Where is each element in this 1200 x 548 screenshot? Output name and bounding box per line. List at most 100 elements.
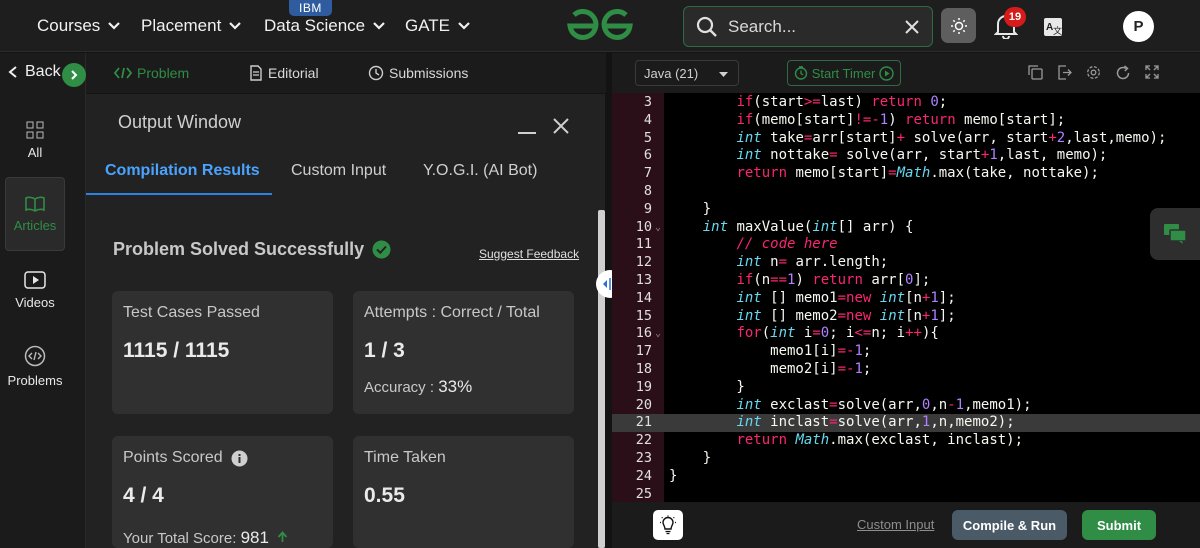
card-value: 4 / 4: [123, 484, 164, 507]
code-line[interactable]: 21 int inclast=solve(arr,1,n,memo2);: [612, 414, 1200, 433]
theme-toggle-button[interactable]: [941, 8, 976, 43]
nav-gate[interactable]: GATE: [405, 0, 471, 52]
play-circle-icon: [879, 65, 894, 81]
custom-input-link[interactable]: Custom Input: [857, 517, 934, 532]
code-line[interactable]: 12 int n= arr.length;: [612, 254, 1200, 272]
lightbulb-icon: [660, 515, 676, 535]
tab-yogi-ai-bot[interactable]: Y.O.G.I. (AI Bot): [423, 162, 537, 180]
nav-label: GATE: [405, 16, 451, 35]
status-heading: Problem Solved Successfully: [113, 239, 391, 260]
code-line[interactable]: 5 int take=arr[start]+ solve(arr, start+…: [612, 130, 1200, 148]
book-icon: [25, 196, 45, 212]
gfg-logo[interactable]: [566, 9, 634, 43]
code-line[interactable]: 11 // code here: [612, 236, 1200, 254]
code-line[interactable]: 22 return Math.max(exclast, inclast);: [612, 432, 1200, 450]
code-line[interactable]: 6 int nottake= solve(arr, start+1,last, …: [612, 147, 1200, 165]
code-line[interactable]: 24}: [612, 468, 1200, 486]
compile-run-button[interactable]: Compile & Run: [952, 510, 1067, 540]
line-number: 12: [635, 254, 652, 271]
code-text: int n= arr.length;: [736, 254, 889, 271]
code-line[interactable]: 19 }: [612, 379, 1200, 397]
line-number: 13: [635, 272, 652, 288]
code-line[interactable]: 15 int [] memo2=new int[n+1];: [612, 308, 1200, 326]
code-line[interactable]: 14 int [] memo1=new int[n+1];: [612, 290, 1200, 308]
code-line[interactable]: 25: [612, 486, 1200, 502]
code-text: int take=arr[start]+ solve(arr, start+2,…: [736, 129, 1167, 146]
chevron-down-icon: [373, 22, 385, 30]
code-line[interactable]: 23 }: [612, 450, 1200, 468]
code-editor[interactable]: 3 if(start>=last) return 0; 4 if(memo[sta…: [612, 93, 1200, 502]
code-line[interactable]: 7 return memo[start]=Math.max(take, nott…: [612, 165, 1200, 183]
code-line[interactable]: 13 if(n==1) return arr[0];: [612, 272, 1200, 290]
code-line[interactable]: 4 if(memo[start]!=-1) return memo[start]…: [612, 112, 1200, 130]
code-line[interactable]: 8: [612, 183, 1200, 201]
info-icon[interactable]: [231, 450, 248, 467]
expand-panel-button[interactable]: [62, 63, 86, 87]
export-icon[interactable]: [1057, 65, 1072, 80]
chat-button[interactable]: [1150, 208, 1200, 260]
suggest-feedback-link[interactable]: Suggest Feedback: [479, 247, 579, 261]
line-number: 17: [635, 343, 652, 360]
minimize-icon[interactable]: [518, 132, 536, 134]
submit-button[interactable]: Submit: [1082, 510, 1156, 540]
avatar[interactable]: P: [1123, 11, 1154, 42]
line-number: 11: [635, 236, 652, 253]
start-timer-button[interactable]: Start Timer: [787, 60, 901, 86]
settings-icon[interactable]: [1086, 65, 1101, 80]
copy-icon[interactable]: [1028, 65, 1043, 80]
code-text: for(int i=0; i<=n; i++){: [736, 325, 939, 342]
line-number: 6: [643, 147, 652, 164]
sidebar-item-problems[interactable]: Problems: [5, 329, 65, 403]
sidebar-item-videos[interactable]: Videos: [5, 253, 65, 327]
active-tab-indicator: [86, 193, 272, 195]
back-button[interactable]: Back: [7, 63, 86, 87]
sidebar-item-label: Problems: [7, 372, 63, 388]
translate-icon[interactable]: A文: [1043, 17, 1063, 37]
language-value: Java (21): [644, 65, 699, 81]
line-number: 8: [643, 183, 652, 199]
code-text: // code here: [736, 236, 838, 253]
search-input[interactable]: Search...: [683, 6, 933, 47]
editor-toolbar: Java (21) Start Timer: [612, 53, 1200, 93]
code-text: if(memo[start]!=-1) return memo[start];: [736, 111, 1066, 128]
code-line[interactable]: 3 if(start>=last) return 0;: [612, 94, 1200, 112]
line-number: 16: [635, 325, 652, 342]
fold-chevron-icon[interactable]: ⌄: [655, 219, 661, 237]
output-scrollbar[interactable]: [598, 210, 605, 548]
close-icon[interactable]: [552, 117, 570, 135]
nav-data-science[interactable]: Data Science: [264, 0, 386, 52]
fold-chevron-icon[interactable]: ⌄: [655, 325, 661, 343]
chevron-down-icon: [108, 22, 121, 30]
panel-divider[interactable]: [606, 53, 611, 548]
tab-editorial[interactable]: Editorial: [249, 53, 319, 93]
code-brackets-icon: [114, 67, 132, 79]
code-line[interactable]: 10 ⌄ int maxValue(int[] arr) {: [612, 219, 1200, 237]
grid-icon: [26, 121, 44, 138]
code-line[interactable]: 17 memo1[i]=-1;: [612, 343, 1200, 361]
code-text: }: [669, 200, 712, 217]
tab-submissions[interactable]: Submissions: [368, 53, 468, 93]
code-line[interactable]: 9 }: [612, 201, 1200, 219]
language-select[interactable]: Java (21): [635, 60, 739, 86]
arrow-up-icon: [277, 531, 288, 542]
tab-compilation-results[interactable]: Compilation Results: [105, 162, 260, 180]
total-score-row: Your Total Score: 981: [123, 528, 288, 548]
code-line[interactable]: 16 ⌄ for(int i=0; i<=n; i++){: [612, 325, 1200, 343]
accuracy-label: Accuracy :: [364, 379, 435, 396]
close-icon[interactable]: [904, 19, 920, 35]
card-value: 1 / 3: [364, 339, 405, 362]
sidebar-item-all[interactable]: All: [5, 103, 65, 177]
code-line[interactable]: 20 int exclast=solve(arr,0,n-1,memo1);: [612, 397, 1200, 415]
code-text: int exclast=solve(arr,0,n-1,memo1);: [736, 396, 1032, 413]
tab-problem[interactable]: Problem: [114, 53, 189, 93]
fullscreen-icon[interactable]: [1145, 65, 1159, 79]
card-test-cases: Test Cases Passed 1115 / 1115: [112, 291, 333, 414]
nav-courses[interactable]: Courses: [37, 0, 121, 52]
hint-button[interactable]: [653, 510, 683, 540]
code-line[interactable]: 18 memo2[i]=-1;: [612, 361, 1200, 379]
tab-custom-input[interactable]: Custom Input: [291, 162, 386, 180]
left-sidebar: Back All Articles Videos Problems: [0, 53, 86, 548]
sidebar-item-articles[interactable]: Articles: [5, 177, 65, 251]
nav-placement[interactable]: Placement: [141, 0, 242, 52]
reset-icon[interactable]: [1115, 65, 1131, 81]
